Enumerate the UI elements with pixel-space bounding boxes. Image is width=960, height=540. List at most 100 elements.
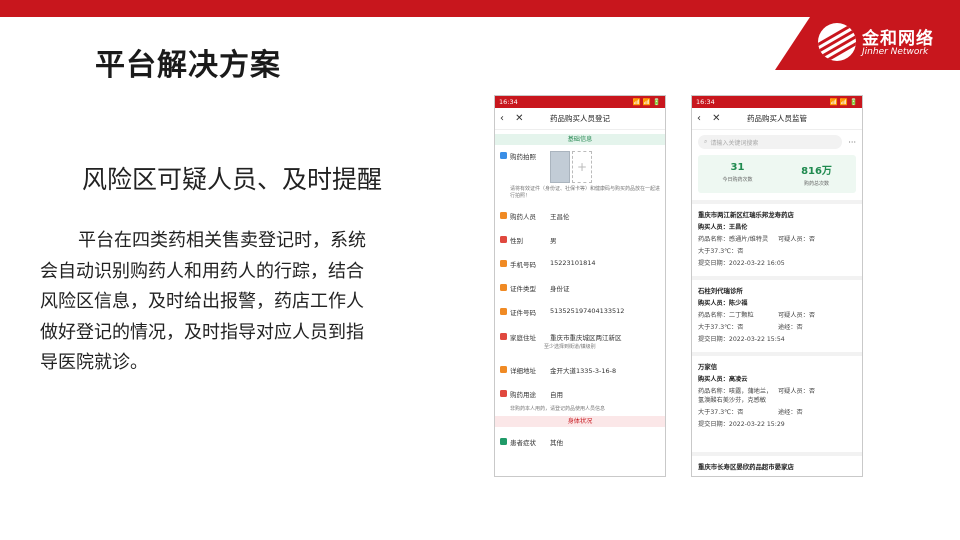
symptom-icon <box>500 438 507 445</box>
id-card-icon <box>500 284 507 291</box>
stat-today: 31 今日购药次数 <box>698 155 777 193</box>
field-label: 家庭住址 <box>510 334 536 342</box>
form-row-gender[interactable]: 性别 男 <box>495 235 665 259</box>
field-value: 其他 <box>550 439 563 447</box>
usage-hint-row: 非购药本人用药，请登记药品使用人员信息 <box>495 406 665 413</box>
home-icon <box>500 333 507 340</box>
field-value: 自用 <box>550 391 563 399</box>
suspect-flag: 可疑人员：否 <box>778 312 816 319</box>
more-icon[interactable]: ··· <box>848 138 856 147</box>
phone-registration-screen: 16:34 📶 📶 🔋 ‹ ✕ 药品购买人员登记 基础信息 购药拍照 + 请将有… <box>494 95 666 477</box>
search-placeholder: 请输入关键词搜索 <box>710 139 759 147</box>
form-row-buyer[interactable]: 购药人员 王昌伦 <box>495 211 665 235</box>
stat-label: 购药总次数 <box>803 181 829 187</box>
camera-icon <box>500 152 507 159</box>
store-name: 石柱刘代瑞诊所 <box>698 287 743 295</box>
field-value: 513525197404133512 <box>550 307 625 315</box>
section-subtitle: 风险区可疑人员、及时提醒 <box>82 165 383 194</box>
search-icon: ⌕ <box>704 138 708 145</box>
buyer-name: 购买人员：陈少福 <box>698 300 748 307</box>
form-row-photo: 购药拍照 + <box>495 151 665 183</box>
field-label: 证件号码 <box>510 309 536 317</box>
medicine-icon <box>500 390 507 397</box>
status-icons: 📶 📶 🔋 <box>829 98 858 106</box>
temp-flag: 大于37.3℃：否 <box>698 324 744 331</box>
logo-mark-icon <box>818 23 856 61</box>
record-row: 大于37.3℃：否 途经：否 <box>698 407 856 416</box>
phone-icon <box>500 260 507 267</box>
body-paragraph: 平台在四类药相关售卖登记时，系统会自动识别购药人和用药人的行踪，结合风险区信息，… <box>40 230 366 373</box>
phone-monitoring-screen: 16:34 📶 📶 🔋 ‹ ✕ 药品购买人员监管 ⌕ 请输入关键词搜索 ··· … <box>691 95 863 477</box>
gender-icon <box>500 236 507 243</box>
search-row: ⌕ 请输入关键词搜索 ··· <box>692 130 862 149</box>
record-row: 药品名称：咳露，蒲地兰，氢溴酸右美沙芬，克感敏 可疑人员：否 <box>698 386 856 404</box>
brand-logo: 金和网络 Jinher Network <box>775 17 960 70</box>
uploaded-photo-thumbnail[interactable] <box>550 151 570 183</box>
submit-date: 提交日期：2022-03-22 15:29 <box>698 421 785 428</box>
form-row-detail-address[interactable]: 详细地址 金开大道1335-3-16-8 <box>495 365 665 375</box>
photo-hint: 请将有效证件（身份证、社保卡等）和健康码与购买药品放在一起进行拍照！ <box>510 186 661 199</box>
section-header-health: 身体状况 <box>495 416 665 427</box>
address-hint-row: 至少选择到街道/镇级别 <box>495 344 665 351</box>
screen-title: 药品购买人员登记 <box>550 114 610 123</box>
form-row-id-number[interactable]: 证件号码 513525197404133512 <box>495 307 665 332</box>
screen-title: 药品购买人员监管 <box>747 114 807 123</box>
record-row: 大于37.3℃：否 途经：否 <box>698 322 856 331</box>
location-icon <box>500 366 507 373</box>
stat-value: 31 <box>730 162 745 173</box>
drug-name: 药品名称：二丁颗粒 <box>698 312 754 319</box>
suspect-flag: 可疑人员：否 <box>778 236 816 243</box>
status-bar: 16:34 📶 📶 🔋 <box>692 96 862 108</box>
field-value: 男 <box>550 237 557 245</box>
field-label: 手机号码 <box>510 261 536 269</box>
address-hint: 至少选择到街道/镇级别 <box>544 344 596 350</box>
form-row-phone[interactable]: 手机号码 15223101814 <box>495 259 665 283</box>
section-header-basic: 基础信息 <box>495 134 665 145</box>
field-label: 购药用途 <box>510 391 536 399</box>
suspect-flag: 可疑人员：否 <box>778 388 816 395</box>
photo-label: 购药拍照 <box>510 153 536 161</box>
stats-panel: 31 今日购药次数 816万 购药总次数 <box>698 155 856 193</box>
submit-date: 提交日期：2022-03-22 15:54 <box>698 336 785 343</box>
person-icon <box>500 212 507 219</box>
id-number-icon <box>500 308 507 315</box>
store-name: 万家信 <box>698 363 718 371</box>
drug-name: 药品名称：咳露，蒲地兰，氢溴酸右美沙芬，克感敏 <box>698 388 773 404</box>
form-row-symptom[interactable]: 患者症状 其他 <box>495 437 665 447</box>
stat-value: 816万 <box>801 166 832 177</box>
page-title: 平台解决方案 <box>95 48 281 83</box>
field-label: 详细地址 <box>510 367 536 375</box>
record-card[interactable]: 重庆市长寿区晏欣药品超市晏家店 <box>692 452 862 476</box>
form-row-id-type[interactable]: 证件类型 身份证 <box>495 283 665 307</box>
temp-flag: 大于37.3℃：否 <box>698 248 744 255</box>
trace-flag: 途经：否 <box>778 324 803 331</box>
buyer-name: 购买人员：高凌云 <box>698 376 748 383</box>
field-label: 性别 <box>510 237 523 245</box>
buyer-name: 购买人员：王昌伦 <box>698 224 748 231</box>
form-row-address[interactable]: 家庭住址 重庆市重庆城区两江新区 <box>495 332 665 342</box>
status-time: 16:34 <box>696 98 715 106</box>
status-icons: 📶 📶 🔋 <box>632 98 661 106</box>
record-card[interactable]: 石柱刘代瑞诊所 购买人员：陈少福 药品名称：二丁颗粒 可疑人员：否 大于37.3… <box>692 276 862 352</box>
field-value: 王昌伦 <box>550 213 570 221</box>
form-row-usage[interactable]: 购药用途 自用 <box>495 389 665 399</box>
record-row: 大于37.3℃：否 <box>698 246 856 255</box>
nav-bar: ‹ ✕ 药品购买人员监管 <box>692 108 862 130</box>
logo-text-en: Jinher Network <box>862 47 929 57</box>
record-card[interactable]: 重庆市两江新区红瑞乐邦龙寿药店 购买人员：王昌伦 药品名称：感通片/维特灵 可疑… <box>692 200 862 276</box>
stat-label: 今日购药次数 <box>722 177 753 183</box>
photo-hint-row: 请将有效证件（身份证、社保卡等）和健康码与购买药品放在一起进行拍照！ <box>495 186 665 200</box>
search-input[interactable]: ⌕ 请输入关键词搜索 <box>698 135 843 149</box>
store-name: 重庆市两江新区红瑞乐邦龙寿药店 <box>698 211 794 219</box>
status-time: 16:34 <box>499 98 518 106</box>
form-field-list: 购药人员 王昌伦 性别 男 手机号码 15223101814 证件类型 身份证 … <box>495 211 665 332</box>
status-bar: 16:34 📶 📶 🔋 <box>495 96 665 108</box>
field-label: 证件类型 <box>510 285 536 293</box>
record-card[interactable]: 万家信 购买人员：高凌云 药品名称：咳露，蒲地兰，氢溴酸右美沙芬，克感敏 可疑人… <box>692 352 862 452</box>
field-value: 15223101814 <box>550 259 596 267</box>
usage-hint: 非购药本人用药，请登记药品使用人员信息 <box>510 406 606 412</box>
store-name: 重庆市长寿区晏欣药品超市晏家店 <box>698 463 794 471</box>
trace-flag: 途经：否 <box>778 409 803 416</box>
drug-name: 药品名称：感通片/维特灵 <box>698 236 769 243</box>
add-photo-button[interactable]: + <box>572 151 592 183</box>
